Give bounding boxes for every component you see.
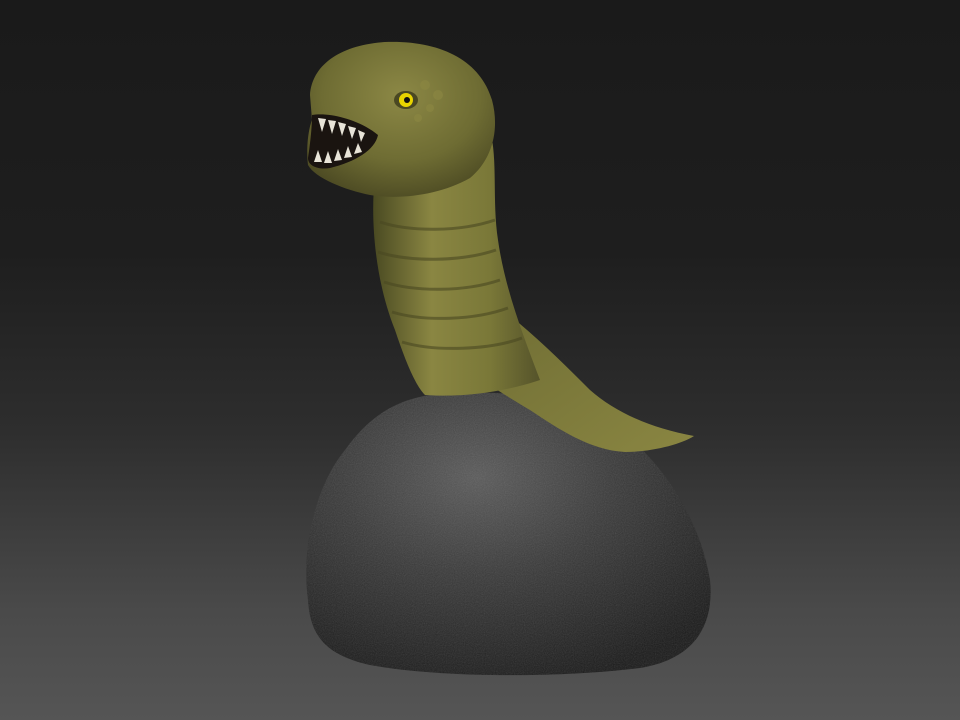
creature-head — [307, 41, 496, 197]
sculpt-render — [306, 41, 711, 676]
creature-eye — [394, 91, 418, 109]
render-viewport — [0, 0, 960, 720]
